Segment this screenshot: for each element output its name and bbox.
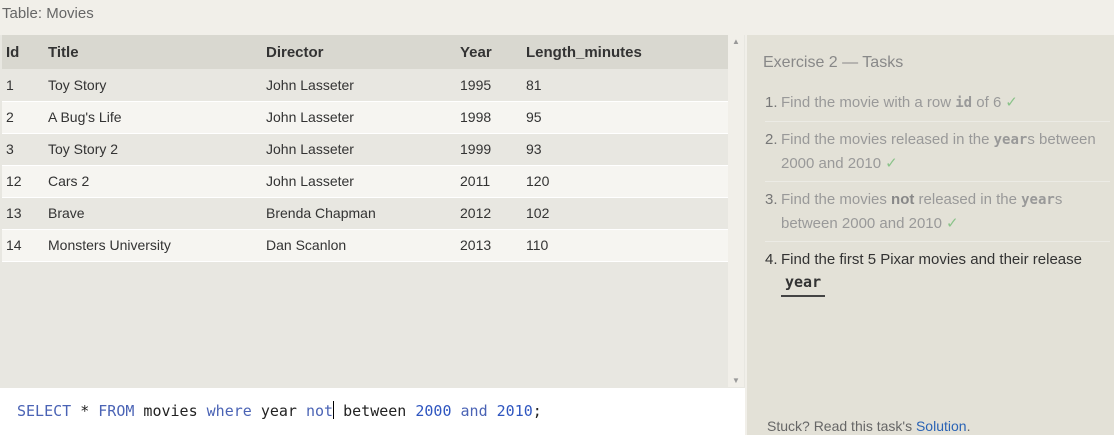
cell-title: A Bug's Life: [48, 109, 122, 125]
cell-director: Dan Scanlon: [266, 237, 347, 253]
task-text: Find the first 5 Pixar movies and their …: [781, 251, 1082, 268]
cell-length: 110: [526, 237, 549, 253]
task-text: released in the: [914, 191, 1022, 208]
cell-title: Brave: [48, 205, 85, 221]
checkmark-icon: ✓: [945, 215, 959, 232]
cell-length: 93: [526, 141, 542, 157]
sql-token: *: [71, 402, 99, 420]
results-panel: Id Title Director Year Length_minutes 1 …: [0, 35, 745, 435]
sql-editor[interactable]: SELECT * FROM movies where year not betw…: [0, 388, 745, 435]
task-number: 1.: [765, 94, 778, 111]
task-code: id: [955, 95, 973, 111]
cell-director: Brenda Chapman: [266, 205, 376, 221]
sql-token: FROM: [98, 402, 135, 420]
task-code: year: [781, 271, 826, 297]
cell-year: 2012: [460, 205, 492, 221]
cell-director: John Lasseter: [266, 109, 354, 125]
cell-year: 1995: [460, 76, 492, 93]
sql-token: ;: [532, 402, 542, 420]
cell-id: 3: [6, 141, 14, 157]
table-header-row: Id Title Director Year Length_minutes: [2, 35, 728, 69]
task-item-1: 1. Find the movie with a row id of 6 ✓: [765, 90, 1110, 122]
task-item-2: 2. Find the movies released in the years…: [765, 127, 1110, 182]
results-scrollbar[interactable]: ▲ ▼: [728, 35, 744, 387]
task-code: year: [1021, 192, 1055, 208]
cell-year: 2013: [460, 237, 492, 253]
stuck-text: Stuck? Read this task's: [767, 418, 916, 434]
column-header-length: Length_minutes: [526, 43, 642, 61]
column-header-year: Year: [460, 43, 492, 61]
cell-id: 2: [6, 109, 14, 125]
cell-year: 1999: [460, 141, 492, 157]
table-row: 13 Brave Brenda Chapman 2012 102: [2, 197, 728, 229]
task-number: 3.: [765, 191, 778, 208]
task-text: Find the movies released in the: [781, 131, 994, 148]
cell-year: 2011: [460, 173, 491, 189]
table-row: 12 Cars 2 John Lasseter 2011 120: [2, 165, 728, 197]
cell-director: John Lasseter: [266, 173, 354, 189]
task-item-4: 4. Find the first 5 Pixar movies and the…: [765, 247, 1110, 303]
cell-director: John Lasseter: [266, 141, 354, 157]
sql-token: and: [460, 402, 488, 420]
cell-id: 14: [6, 237, 22, 253]
task-text: Find the movie with a row: [781, 94, 956, 111]
cell-length: 81: [526, 76, 542, 93]
table-row: 3 Toy Story 2 John Lasseter 1999 93: [2, 133, 728, 165]
table-row: 1 Toy Story John Lasseter 1995 81: [2, 69, 728, 101]
task-item-3: 3. Find the movies not released in the y…: [765, 187, 1110, 242]
checkmark-icon: ✓: [885, 155, 898, 172]
cell-length: 95: [526, 109, 542, 125]
sql-token: 2010: [496, 402, 533, 420]
stuck-hint: Stuck? Read this task's Solution.: [767, 418, 970, 434]
cell-length: 120: [526, 173, 550, 189]
task-text: of 6: [972, 94, 1002, 111]
solution-link[interactable]: Solution: [916, 418, 967, 434]
cell-title: Cars 2: [48, 173, 90, 189]
cell-title: Toy Story: [48, 76, 107, 93]
task-list: 1. Find the movie with a row id of 6 ✓ 2.…: [765, 90, 1110, 308]
sql-token: movies: [134, 402, 207, 420]
sql-token: between: [334, 402, 416, 420]
task-number: 4.: [765, 251, 778, 268]
column-header-director: Director: [266, 43, 324, 61]
sql-token: SELECT: [17, 402, 72, 420]
cell-id: 12: [6, 173, 22, 189]
cell-id: 1: [6, 76, 14, 93]
results-table: Id Title Director Year Length_minutes 1 …: [2, 35, 728, 262]
column-header-id: Id: [6, 43, 20, 61]
sql-token: not: [306, 402, 334, 420]
checkmark-icon: ✓: [1005, 94, 1018, 111]
sql-token: year: [251, 402, 306, 420]
column-header-title: Title: [48, 43, 79, 61]
cell-title: Toy Story 2: [48, 141, 119, 157]
cell-year: 1998: [460, 109, 492, 125]
cell-length: 102: [526, 205, 550, 221]
table-row: 2 A Bug's Life John Lasseter 1998 95: [2, 101, 728, 133]
task-number: 2.: [765, 131, 778, 148]
cell-id: 13: [6, 205, 22, 221]
sql-token: 2000: [415, 402, 452, 420]
table-row: 14 Monsters University Dan Scanlon 2013 …: [2, 229, 728, 261]
cell-director: John Lasseter: [266, 76, 354, 93]
task-code: year: [993, 132, 1028, 148]
task-text: Find the movies: [781, 191, 892, 208]
task-emphasis: not: [891, 191, 915, 208]
tasks-panel: Exercise 2 — Tasks 1. Find the movie wit…: [747, 35, 1114, 435]
sql-token: where: [206, 402, 252, 420]
scroll-down-arrow-icon[interactable]: ▼: [732, 376, 740, 385]
stuck-period: .: [966, 418, 971, 434]
exercise-title: Exercise 2 — Tasks: [763, 54, 904, 71]
scroll-up-arrow-icon[interactable]: ▲: [732, 37, 740, 46]
results-table-wrap: Id Title Director Year Length_minutes 1 …: [2, 35, 728, 387]
cell-title: Monsters University: [48, 237, 171, 253]
table-caption: Table: Movies: [2, 5, 94, 22]
